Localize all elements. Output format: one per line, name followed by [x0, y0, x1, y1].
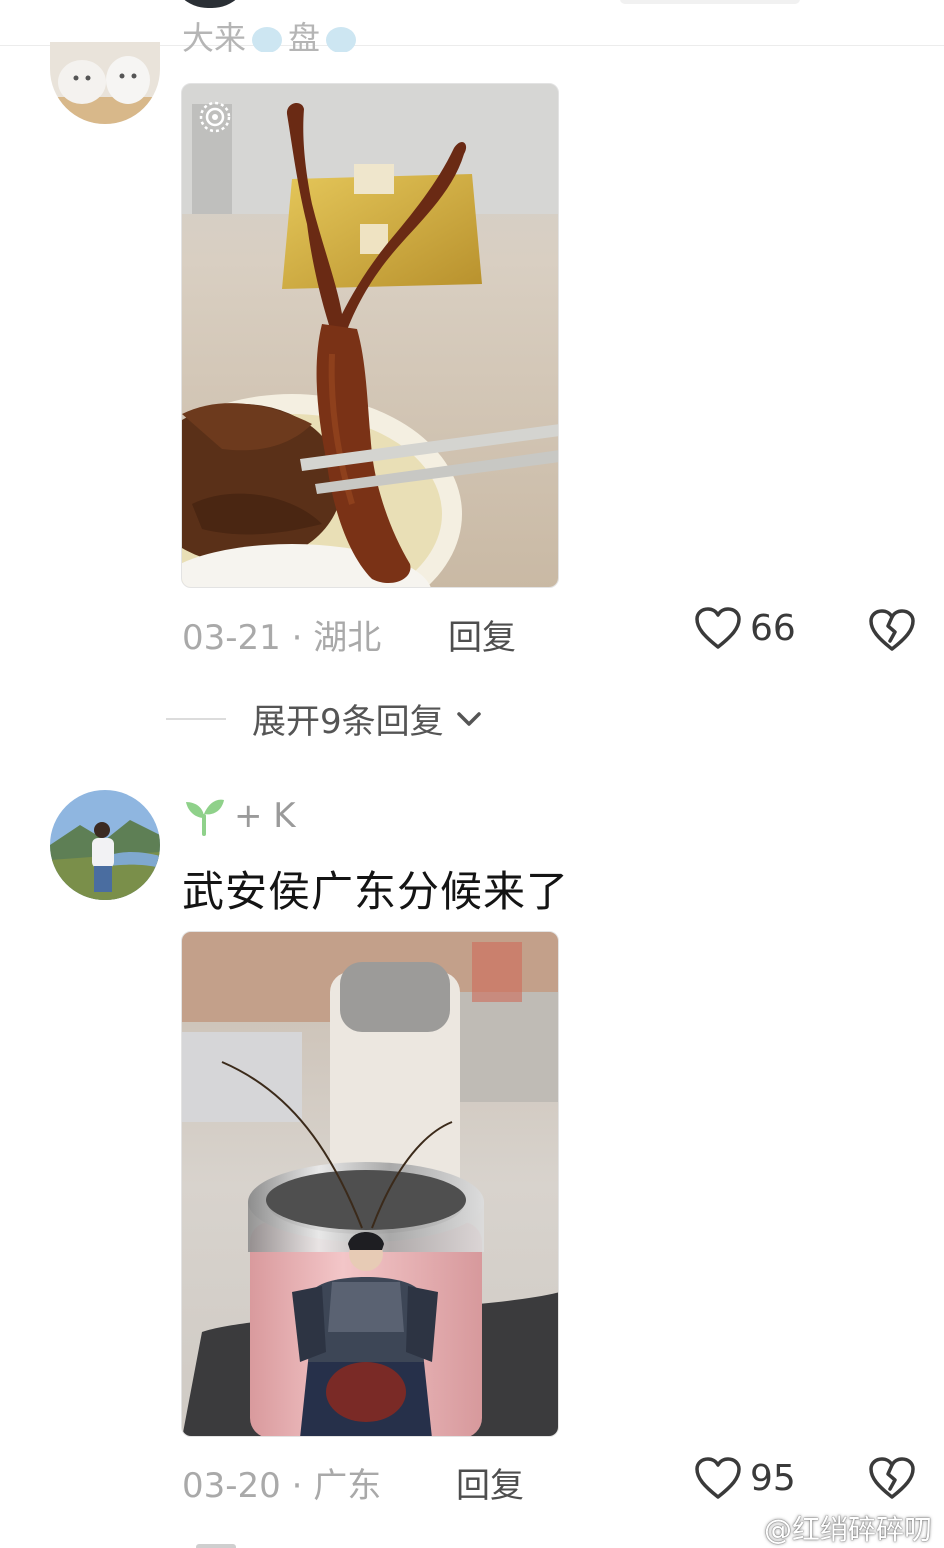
live-photo-icon [196, 98, 232, 134]
divider-line [166, 717, 226, 720]
comment-photo-cup-meme[interactable] [181, 931, 559, 1437]
water-drop-emoji-icon [252, 27, 283, 52]
next-avatar-peek [196, 1544, 236, 1548]
comment-text: 武安侯广东分候来了 [182, 867, 570, 916]
comment-location: 广东 [313, 1466, 382, 1506]
expand-replies-button[interactable]: 展开9条回复 [166, 694, 484, 743]
username-text: + K [234, 796, 296, 836]
heart-outline-icon [695, 1457, 741, 1499]
comment-date: 03-21 [182, 618, 281, 658]
like-count: 95 [750, 1457, 796, 1499]
avatar-peek [170, 0, 250, 8]
commenter-name-2[interactable]: + K [182, 796, 296, 836]
heart-outline-icon [695, 607, 741, 649]
reply-button[interactable]: 回复 [448, 610, 516, 659]
username-text: 大来 [182, 19, 247, 52]
meta-separator: · [291, 1466, 303, 1506]
dislike-button[interactable] [868, 608, 916, 656]
weibo-watermark: @红绡碎碎叨 [724, 1508, 932, 1548]
username-text-2: 盘 [288, 19, 321, 52]
watermark-text: @红绡碎碎叨 [763, 1513, 932, 1546]
comment-meta-2: 03-20 · 广东 [182, 1458, 381, 1507]
like-count: 66 [750, 607, 796, 649]
commenter-name: 大来 盘 [182, 18, 362, 52]
reply-button-2[interactable]: 回复 [456, 1458, 524, 1507]
comment-date: 03-20 [182, 1466, 281, 1506]
sprout-icon [186, 799, 224, 836]
like-button-2[interactable]: 95 [694, 1456, 796, 1500]
comment-photo-duck-tongue[interactable] [181, 83, 559, 588]
meta-separator: · [291, 618, 303, 658]
commenter-avatar-2[interactable] [50, 790, 160, 900]
dislike-button-2[interactable] [868, 1456, 916, 1504]
broken-heart-icon [869, 1457, 915, 1499]
pill-peek [620, 0, 800, 4]
top-bar-remnant [0, 0, 944, 46]
weibo-logo-icon [724, 1516, 758, 1542]
like-button[interactable]: 66 [694, 606, 796, 650]
broken-heart-icon [869, 609, 915, 651]
comment-location: 湖北 [313, 618, 382, 658]
expand-replies-label: 展开9条回复 [252, 702, 444, 742]
chevron-down-icon [456, 711, 481, 726]
comment-meta: 03-21 · 湖北 [182, 610, 381, 659]
water-drop-emoji-icon-2 [326, 27, 357, 52]
commenter-avatar[interactable] [50, 42, 160, 124]
